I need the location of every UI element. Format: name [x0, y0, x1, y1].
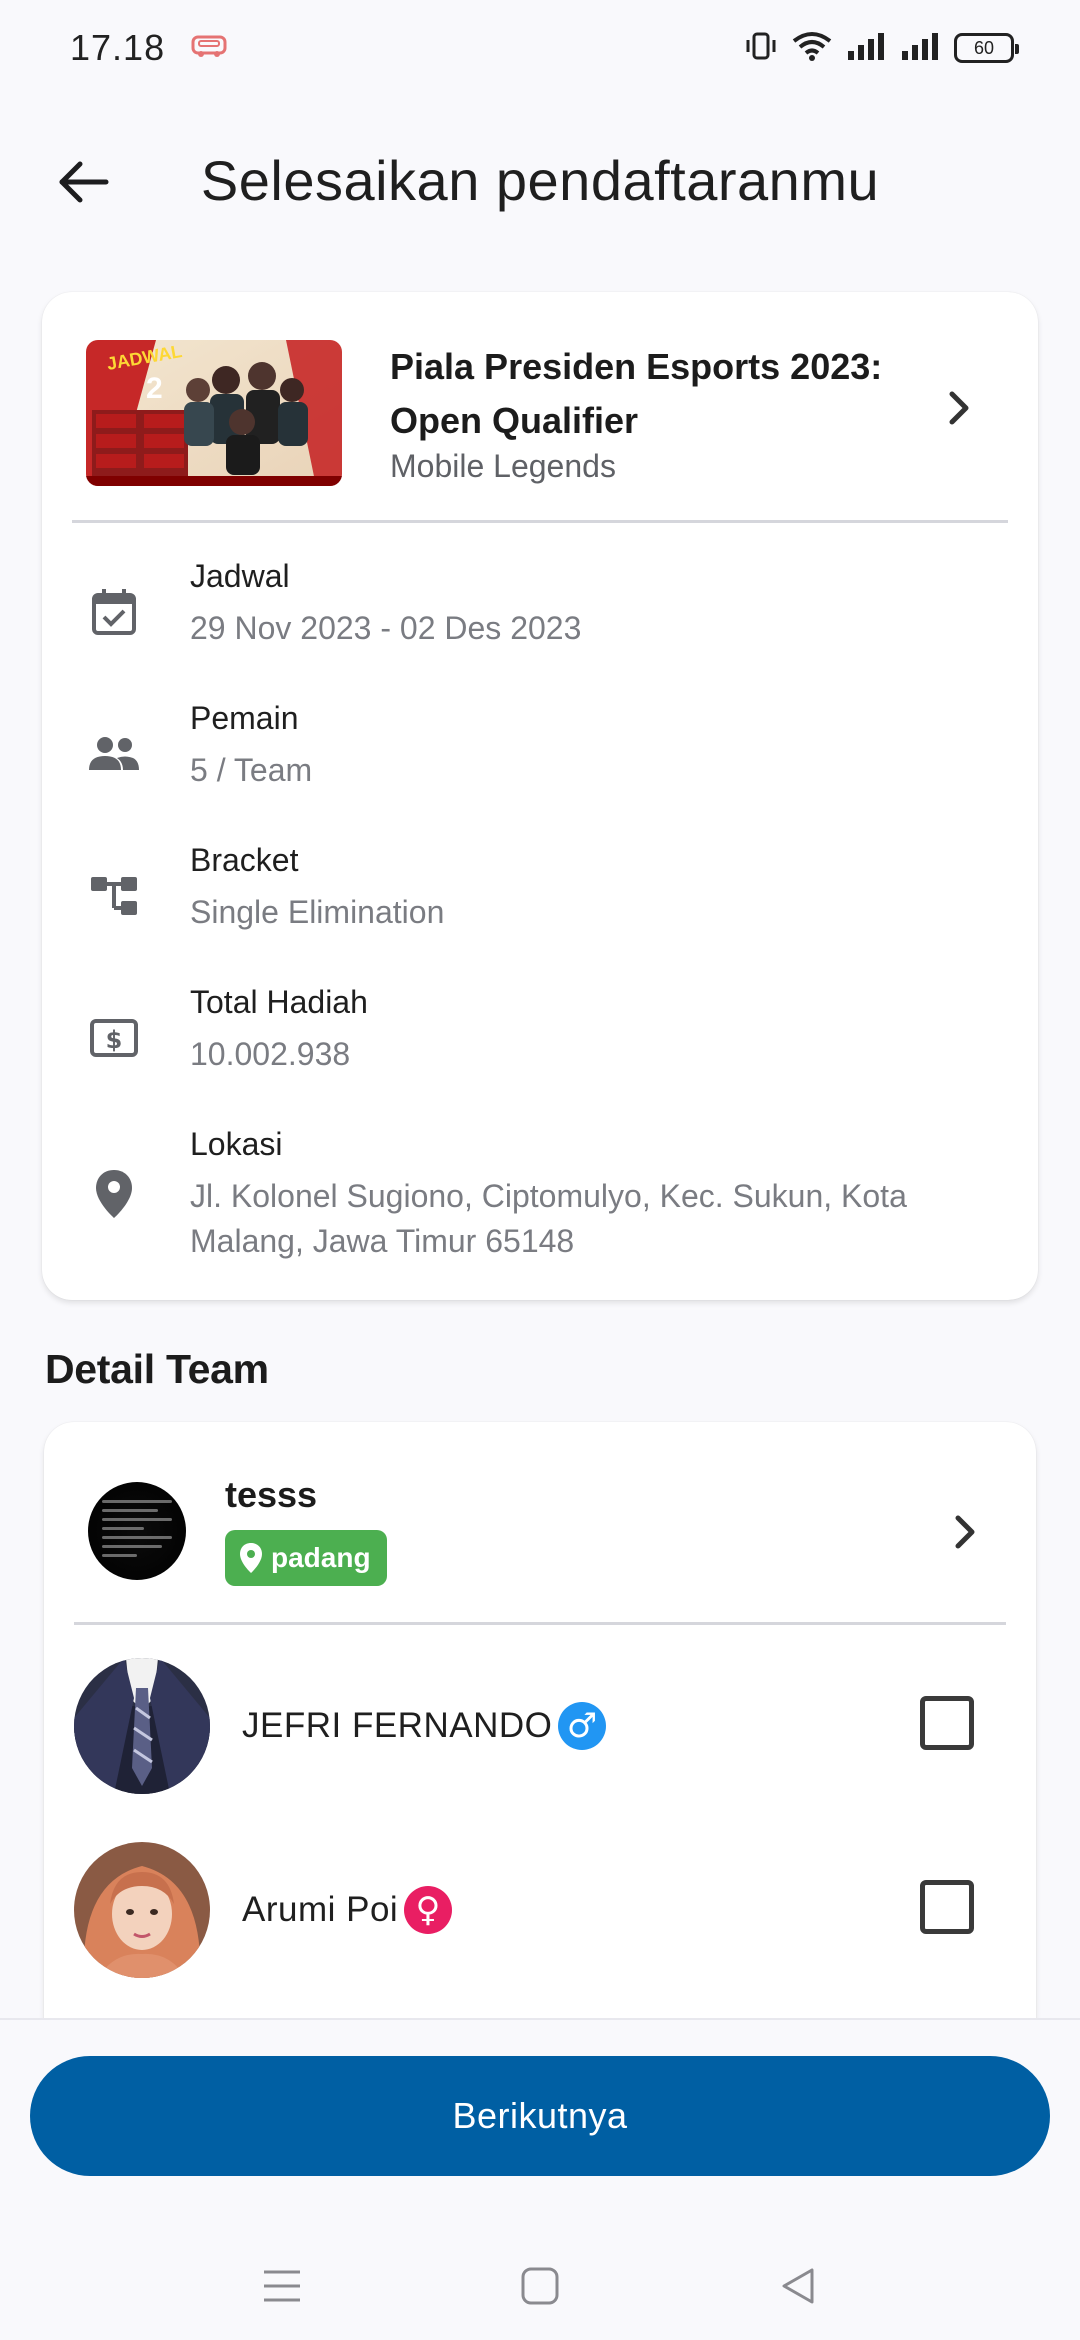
home-icon[interactable] — [516, 2262, 564, 2310]
svg-text:$: $ — [106, 1026, 123, 1054]
location-pin-icon — [86, 1166, 142, 1222]
group-icon — [86, 726, 142, 782]
money-icon: $ — [86, 1010, 142, 1066]
section-title: Detail Team — [45, 1346, 269, 1392]
menu-icon[interactable] — [258, 2262, 306, 2310]
info-label: Lokasi — [190, 1126, 283, 1162]
bottom-panel: Berikutnya — [0, 2018, 1080, 2340]
chevron-right-icon[interactable] — [946, 1512, 986, 1552]
status-time: 17.18 — [70, 27, 166, 68]
member-avatar — [74, 1658, 210, 1794]
info-row-players: Pemain 5 / Team — [42, 700, 1038, 790]
page-title: Selesaikan pendaftaranmu — [200, 148, 880, 212]
member-name: JEFRI FERNANDO ♂ — [242, 1702, 607, 1750]
team-name: tesss — [225, 1474, 318, 1515]
battery-indicator: 60 — [954, 33, 1019, 63]
member-select-checkbox[interactable] — [920, 1880, 974, 1934]
next-button[interactable]: Berikutnya — [30, 2056, 1050, 2176]
header: Selesaikan pendaftaranmu — [0, 120, 1080, 240]
bracket-icon — [86, 868, 142, 924]
member-row: Arumi Poi ♀ — [44, 1842, 1036, 1982]
svg-text:2: 2 — [146, 372, 163, 405]
member-row: JEFRI FERNANDO ♂ — [44, 1658, 1036, 1798]
status-left: 17.18 — [70, 27, 227, 69]
wifi-icon — [792, 31, 832, 66]
team-location-badge: padang — [225, 1530, 387, 1586]
status-bar: 17.18 60 — [0, 0, 1080, 96]
team-location: padang — [271, 1542, 371, 1573]
info-row-bracket: Bracket Single Elimination — [42, 842, 1038, 932]
member-name: Arumi Poi ♀ — [242, 1886, 453, 1934]
info-value: 5 / Team — [190, 752, 313, 788]
member-avatar — [74, 1842, 210, 1978]
info-value: Jl. Kolonel Sugiono, Ciptomulyo, Kec. Su… — [190, 1178, 907, 1259]
event-banner-image: JADWAL 2 — [86, 340, 342, 486]
info-value: Single Elimination — [190, 894, 445, 930]
car-mode-icon — [191, 33, 227, 64]
info-value: 29 Nov 2023 - 02 Des 2023 — [190, 610, 582, 646]
info-row-prize: $ Total Hadiah 10.002.938 — [42, 984, 1038, 1074]
signal-icon-2 — [900, 31, 940, 66]
info-value: 10.002.938 — [190, 1036, 351, 1072]
system-nav-bar — [0, 2230, 1080, 2340]
divider — [74, 1622, 1006, 1625]
event-card: JADWAL 2 Piala Presiden Esports 2023: Op… — [42, 292, 1038, 1300]
divider — [72, 520, 1008, 523]
location-pin-icon — [240, 1543, 262, 1573]
team-avatar — [88, 1482, 186, 1580]
event-name: Piala Presiden Esports 2023: Open Qualif… — [390, 346, 883, 441]
status-right: 60 — [744, 31, 1019, 66]
team-summary[interactable]: tesss padang — [44, 1422, 1036, 1622]
signal-icon-1 — [846, 31, 886, 66]
info-label: Pemain — [190, 700, 299, 736]
event-summary[interactable]: JADWAL 2 Piala Presiden Esports 2023: Op… — [42, 292, 1038, 522]
member-name-text: JEFRI FERNANDO — [242, 1706, 553, 1745]
female-gender-icon: ♀ — [404, 1886, 453, 1934]
info-label: Jadwal — [190, 558, 290, 594]
team-card: tesss padang JEFRI FERNANDO ♂ Arumi Poi … — [44, 1422, 1036, 2042]
info-row-location: Lokasi Jl. Kolonel Sugiono, Ciptomulyo, … — [42, 1126, 1038, 1259]
male-gender-icon: ♂ — [558, 1702, 607, 1750]
calendar-check-icon — [86, 584, 142, 640]
info-label: Bracket — [190, 842, 299, 878]
info-label: Total Hadiah — [190, 984, 368, 1020]
chevron-right-icon[interactable] — [940, 388, 980, 428]
member-select-checkbox[interactable] — [920, 1696, 974, 1750]
back-triangle-icon[interactable] — [774, 2262, 822, 2310]
vibrate-icon — [744, 31, 778, 66]
info-row-schedule: Jadwal 29 Nov 2023 - 02 Des 2023 — [42, 558, 1038, 648]
event-game: Mobile Legends — [390, 448, 616, 484]
member-name-text: Arumi Poi — [242, 1890, 399, 1929]
